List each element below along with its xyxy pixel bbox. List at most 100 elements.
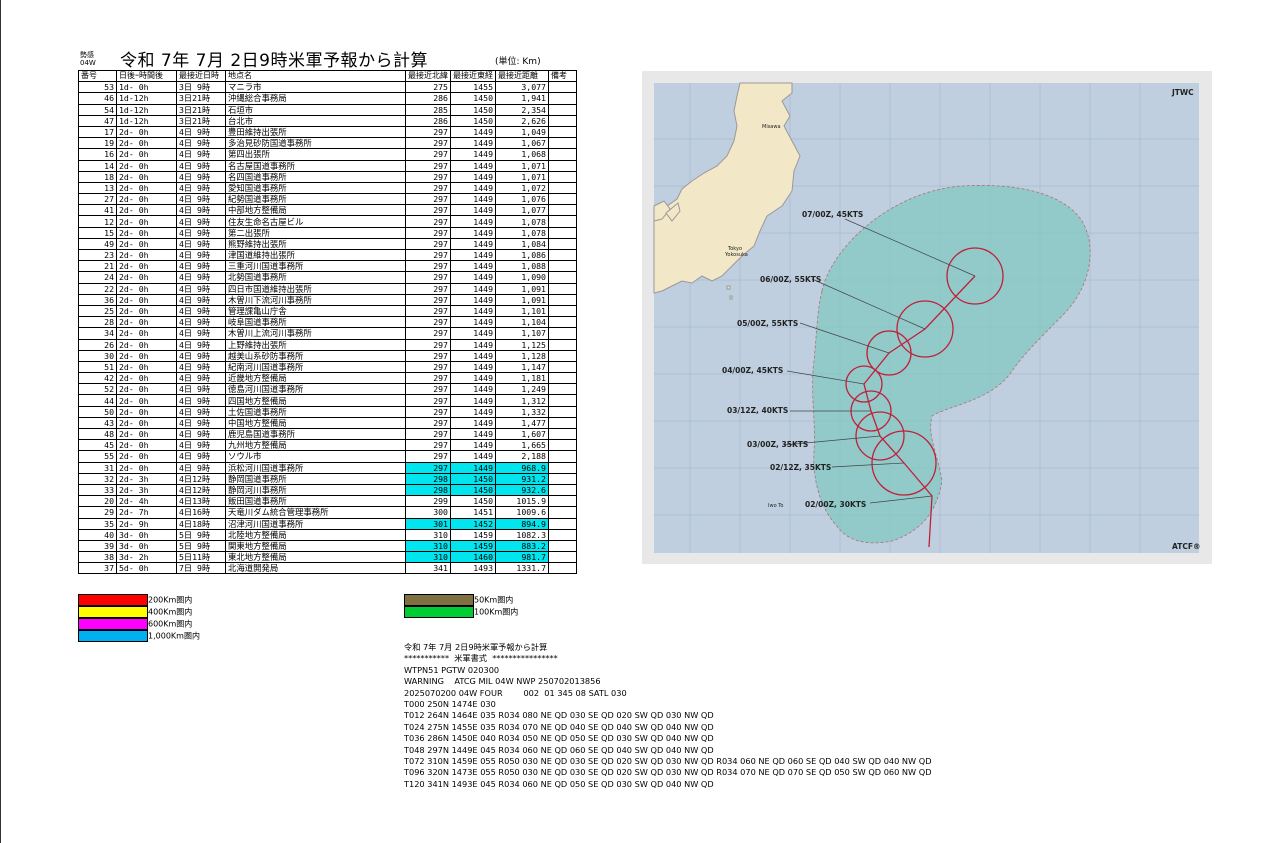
table-cell: 1449 (450, 383, 496, 396)
table-cell: 3d- 0h (116, 539, 177, 553)
table-cell: 33 (78, 483, 117, 497)
table-cell: 34 (78, 327, 117, 340)
table-cell: 1,107 (495, 327, 549, 340)
table-cell: 13 (78, 181, 117, 195)
table-cell (548, 293, 577, 306)
table-cell: 4日 9時 (176, 338, 226, 351)
table-cell: 3,077 (495, 81, 549, 94)
table-cell: 20 (78, 495, 117, 508)
table-cell: 29 (78, 506, 117, 519)
table-cell: 2d- 0h (116, 282, 177, 295)
storm-id-label: 勢感 04W (80, 51, 96, 67)
table-cell: 1,071 (495, 170, 549, 183)
table-cell: 2,188 (495, 450, 549, 463)
table-cell: 静岡河川事務所 (225, 483, 406, 497)
table-cell (548, 137, 577, 150)
table-row: 36 2d- 0h 4日 9時 木曽川下流河川事務所 297 1449 1,091 (78, 293, 577, 306)
table-cell: 4日 9時 (176, 349, 226, 362)
table-cell: 1,088 (495, 260, 549, 273)
table-cell (548, 450, 577, 463)
table-cell: 4日 9時 (176, 170, 226, 183)
table-cell: 21 (78, 260, 117, 273)
table-cell: 津国道維持出張所 (225, 248, 406, 262)
place-misawa: Misawa (762, 124, 781, 130)
table-cell: 1d-12h (116, 114, 177, 127)
table-cell: 飯田国道事務所 (225, 495, 406, 508)
table-cell: 4日18時 (176, 517, 226, 530)
table-cell: 38 (78, 551, 117, 564)
table-cell (548, 528, 577, 541)
table-cell: 1,312 (495, 394, 549, 407)
legend-swatch (78, 606, 148, 618)
table-cell: 1449 (450, 372, 496, 385)
table-row: 48 2d- 0h 4日 9時 鹿児島国道事務所 297 1449 1,607 (78, 427, 577, 441)
table-cell: 1,090 (495, 271, 549, 284)
table-cell: 2d- 0h (116, 316, 177, 329)
forecast-point-label: 02/00Z, 30KTS (805, 500, 866, 509)
table-cell: 297 (405, 450, 451, 463)
table-cell: 3d- 2h (116, 551, 177, 564)
table-cell: 1,147 (495, 360, 549, 374)
table-row: 31 2d- 0h 4日 9時 浜松河川国道事務所 297 1449 968.9 (78, 461, 577, 474)
table-cell: 297 (405, 405, 451, 418)
table-cell: 徳島河川国道事務所 (225, 383, 406, 396)
table-row: 39 3d- 0h 5日 9時 関東地方整備局 310 1459 883.2 (78, 539, 577, 553)
table-cell: 四国地方整備局 (225, 394, 406, 407)
table-cell: 1449 (450, 293, 496, 306)
table-cell: 883.2 (495, 539, 549, 553)
table-cell: 土佐国道事務所 (225, 405, 406, 418)
table-cell: 2,354 (495, 103, 549, 116)
table-cell: 1450 (450, 114, 496, 127)
table-cell (548, 327, 577, 340)
map-logo-jtwc: JTWC (1171, 88, 1194, 97)
table-cell: 35 (78, 517, 117, 530)
table-cell (548, 170, 577, 183)
table-cell (548, 372, 577, 385)
table-cell: 4日 9時 (176, 372, 226, 385)
approach-table: 番号 日後ｰ時間後 最接近日時 地点名 最接近北緯 最接近東経 最接近距離 備考 53 1d- … (78, 69, 577, 575)
table-cell: 1449 (450, 215, 496, 228)
table-cell: 3日21時 (176, 92, 226, 105)
table-cell: 岐阜国道事務所 (225, 316, 406, 329)
table-cell: 1449 (450, 360, 496, 374)
table-cell: 東北地方整備局 (225, 551, 406, 564)
table-cell: 1,181 (495, 372, 549, 385)
table-cell: 1331.7 (495, 562, 549, 575)
table-cell (548, 282, 577, 295)
table-cell: 55 (78, 450, 117, 463)
table-cell (548, 248, 577, 262)
table-cell: 1449 (450, 237, 496, 251)
table-cell: 第二出張所 (225, 226, 406, 239)
table-cell: 341 (405, 562, 451, 575)
table-cell: 1450 (450, 103, 496, 116)
table-cell: 4日 9時 (176, 427, 226, 441)
table-cell: 名四国道事務所 (225, 170, 406, 183)
table-cell: 19 (78, 137, 117, 150)
table-cell: 4日 9時 (176, 237, 226, 251)
table-cell: 1009.6 (495, 506, 549, 519)
table-cell: 1493 (450, 562, 496, 575)
table-cell: 4日 9時 (176, 271, 226, 284)
table-cell: 4日 9時 (176, 383, 226, 396)
table-cell: 4日 9時 (176, 394, 226, 407)
table-cell: 熊野維持出張所 (225, 237, 406, 251)
table-cell: 台北市 (225, 114, 406, 127)
table-cell: 木曽川下流河川事務所 (225, 293, 406, 306)
table-cell: 1449 (450, 439, 496, 452)
table-cell: 4日 9時 (176, 360, 226, 374)
table-cell: 3日 9時 (176, 81, 226, 94)
legend-item: 100Km圏内 (404, 606, 518, 618)
table-cell: 2,626 (495, 114, 549, 127)
table-cell (548, 461, 577, 474)
table-cell: 1,049 (495, 125, 549, 139)
message-line: *********** 米軍書式 **************** (404, 653, 558, 664)
unit-label: (単位: Km) (495, 57, 541, 67)
table-cell: 関東地方整備局 (225, 539, 406, 553)
table-cell (548, 562, 577, 575)
table-row: 19 2d- 0h 4日 9時 多治見砂防国道事務所 297 1449 1,067 (78, 137, 577, 150)
table-cell (548, 483, 577, 497)
table-cell: 中国地方整備局 (225, 416, 406, 430)
table-cell: 2d- 0h (116, 125, 177, 139)
table-cell: 51 (78, 360, 117, 374)
table-cell: 1449 (450, 416, 496, 430)
